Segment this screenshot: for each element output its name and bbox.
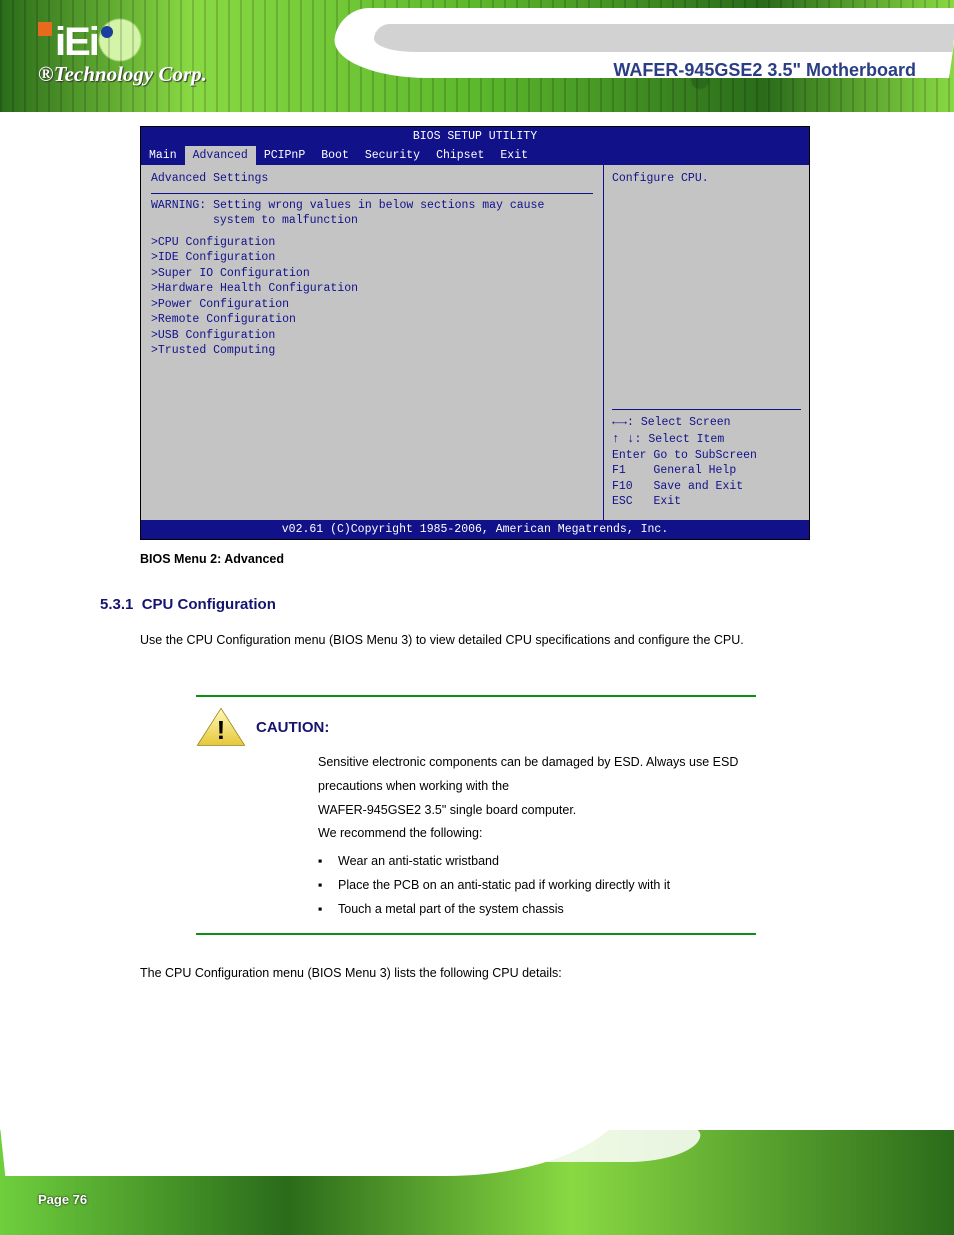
caution-body: Sensitive electronic components can be d… (318, 751, 756, 921)
logo-block: iEi ®Technology Corp. (38, 22, 207, 87)
bios-advanced-heading: Advanced Settings (151, 171, 593, 187)
bios-menu-power-config[interactable]: Power Configuration (151, 297, 593, 313)
bios-footer-bar: v02.61 (C)Copyright 1985-2006, American … (141, 520, 809, 539)
bios-divider-right (612, 409, 801, 410)
bios-divider (151, 193, 593, 194)
nav-enter-label: Enter (612, 449, 647, 462)
nav-esc-label: ESC (612, 495, 633, 508)
bios-warning-line2: system to malfunction (151, 213, 593, 229)
section-number: 5.3.1 (100, 596, 133, 613)
footer-swoosh-white2 (298, 1130, 702, 1162)
bios-menu-hwhealth-config[interactable]: Hardware Health Configuration (151, 281, 593, 297)
logo-square-orange-icon (38, 22, 52, 36)
section-heading: 5.3.1 CPU Configuration (100, 596, 276, 613)
caution-recommend-lead: We recommend the following: (318, 822, 756, 846)
bios-menu-superio-config[interactable]: Super IO Configuration (151, 266, 593, 282)
nav-f10-desc: Save and Exit (653, 480, 743, 493)
warning-triangle-icon: ! (196, 707, 246, 747)
section-followup-paragraph: The CPU Configuration menu (BIOS Menu 3)… (140, 962, 820, 985)
nav-f1-label: F1 (612, 464, 626, 477)
nav-f1-desc: General Help (653, 464, 736, 477)
bios-menu-remote-config[interactable]: Remote Configuration (151, 312, 593, 328)
bios-menu-trusted-computing[interactable]: Trusted Computing (151, 343, 593, 359)
caution-block: ! CAUTION: Sensitive electronic componen… (196, 695, 756, 935)
caution-list-item: Wear an anti-static wristband (318, 850, 756, 874)
arrows-left-right-icon: ←→ (612, 415, 627, 429)
bios-nav-help: ←→: Select Screen ↑ ↓: Select Item Enter… (612, 403, 801, 510)
bios-setup-window: BIOS SETUP UTILITY Main Advanced PCIPnP … (140, 126, 810, 540)
bios-tab-advanced[interactable]: Advanced (185, 146, 256, 165)
caution-product-line: WAFER-945GSE2 3.5" single board computer… (318, 799, 756, 823)
header-model-name: WAFER-945GSE2 3.5" Motherboard (613, 60, 916, 81)
bios-menu-usb-config[interactable]: USB Configuration (151, 328, 593, 344)
bios-tab-chipset[interactable]: Chipset (428, 146, 492, 165)
header-banner: iEi ®Technology Corp. WAFER-945GSE2 3.5"… (0, 0, 954, 112)
bios-left-pane: Advanced Settings WARNING: Setting wrong… (141, 165, 604, 520)
footer-banner (0, 1130, 954, 1235)
nav-f10-label: F10 (612, 480, 633, 493)
green-divider-bottom (196, 933, 756, 935)
bios-tab-security[interactable]: Security (357, 146, 428, 165)
caution-lead: Sensitive electronic components can be d… (318, 751, 756, 799)
caution-title: CAUTION: (256, 719, 329, 736)
caution-list-item: Place the PCB on an anti-static pad if w… (318, 874, 756, 898)
caution-list: Wear an anti-static wristband Place the … (318, 850, 756, 921)
section-intro-paragraph: Use the CPU Configuration menu (BIOS Men… (140, 630, 800, 651)
bios-warning-line1: WARNING: Setting wrong values in below s… (151, 198, 593, 214)
logo-dot-blue-icon (101, 26, 113, 38)
bios-tab-main[interactable]: Main (141, 146, 185, 165)
svg-text:!: ! (217, 715, 226, 745)
logo-text: iEi (38, 22, 207, 62)
bios-tab-boot[interactable]: Boot (313, 146, 357, 165)
page-number: Page 76 (38, 1192, 87, 1207)
figure-caption: BIOS Menu 2: Advanced (140, 552, 284, 566)
logo-tagline: ®Technology Corp. (38, 62, 207, 87)
bios-tab-exit[interactable]: Exit (492, 146, 536, 165)
bios-titlebar: BIOS SETUP UTILITY (141, 127, 809, 146)
nav-select-screen: : Select Screen (627, 416, 731, 429)
bios-menu-cpu-config[interactable]: CPU Configuration (151, 235, 593, 251)
caution-list-item: Touch a metal part of the system chassis (318, 898, 756, 922)
arrows-up-down-icon: ↑ ↓ (612, 432, 635, 446)
green-divider-top (196, 695, 756, 697)
nav-enter-desc: Go to SubScreen (653, 449, 757, 462)
bios-body: Advanced Settings WARNING: Setting wrong… (141, 165, 809, 520)
nav-esc-desc: Exit (653, 495, 681, 508)
bios-right-pane: Configure CPU. ←→: Select Screen ↑ ↓: Se… (604, 165, 809, 520)
bios-menu-ide-config[interactable]: IDE Configuration (151, 250, 593, 266)
section-title: CPU Configuration (142, 596, 276, 613)
header-swoosh-grey (373, 24, 954, 52)
nav-select-item: : Select Item (635, 433, 725, 446)
bios-tab-pcipnp[interactable]: PCIPnP (256, 146, 313, 165)
bios-tab-bar: Main Advanced PCIPnP Boot Security Chips… (141, 146, 809, 165)
bios-help-text: Configure CPU. (612, 171, 801, 186)
